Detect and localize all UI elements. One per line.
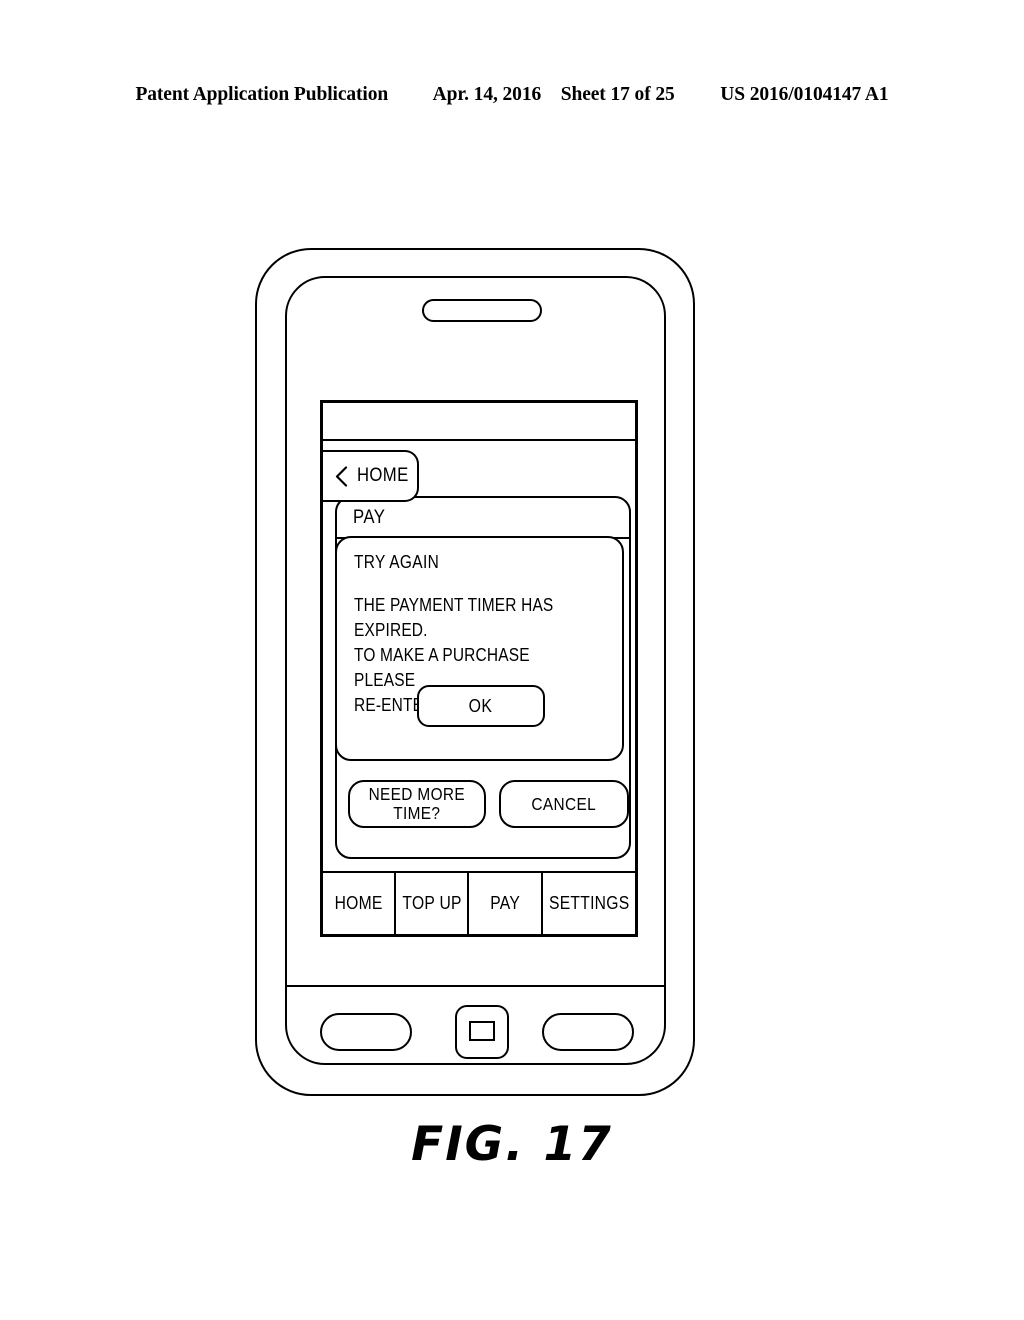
earpiece-speaker-icon — [422, 299, 542, 322]
ok-button[interactable]: OK — [416, 685, 545, 727]
pay-panel-title: PAY — [353, 506, 386, 528]
tab-top-up-label: TOP UP — [402, 893, 462, 913]
cancel-button-label: CANCEL — [531, 793, 597, 814]
tab-home[interactable]: HOME — [323, 873, 397, 934]
pay-action-row: NEED MORE TIME? CANCEL — [337, 780, 629, 850]
figure-caption: FIG. 17 — [411, 1117, 613, 1172]
chevron-left-icon — [335, 465, 348, 487]
back-home-label: HOME — [357, 465, 409, 486]
back-home-button[interactable]: HOME — [323, 450, 419, 502]
phone-screen: HOME PAY TRY AGAIN THE PAYMENT TIMER HAS… — [320, 400, 638, 937]
menu-key-button[interactable] — [320, 1013, 412, 1051]
pay-panel-title-bar: PAY — [337, 498, 629, 539]
alert-dialog: TRY AGAIN THE PAYMENT TIMER HAS EXPIRED.… — [334, 536, 624, 761]
page-header: Patent Application Publication Apr. 14, … — [0, 84, 1024, 106]
phone-illustration: HOME PAY TRY AGAIN THE PAYMENT TIMER HAS… — [250, 243, 705, 1103]
home-key-button[interactable] — [455, 1005, 509, 1059]
tab-top-up[interactable]: TOP UP — [396, 873, 470, 934]
tab-pay[interactable]: PAY — [469, 873, 543, 934]
back-key-button[interactable] — [542, 1013, 634, 1051]
bottom-tab-bar: HOME TOP UP PAY SETTINGS — [323, 871, 635, 934]
ok-button-label: OK — [468, 695, 493, 716]
tab-settings-label: SETTINGS — [548, 893, 629, 913]
cancel-button[interactable]: CANCEL — [499, 780, 629, 828]
alert-heading: TRY AGAIN — [353, 552, 439, 572]
need-more-time-label: NEED MORE TIME? — [368, 784, 466, 823]
publication-label: Patent Application Publication — [135, 84, 389, 105]
tab-pay-label: PAY — [490, 893, 520, 913]
pay-panel: PAY TRY AGAIN THE PAYMENT TIMER HAS EXPI… — [334, 496, 631, 859]
tab-settings[interactable]: SETTINGS — [543, 873, 635, 934]
patent-number: US 2016/0104147 A1 — [720, 84, 889, 105]
hardware-divider — [286, 985, 665, 987]
status-bar — [323, 403, 635, 441]
need-more-time-button[interactable]: NEED MORE TIME? — [348, 780, 486, 828]
home-key-glyph-icon — [469, 1021, 495, 1041]
publication-date: Apr. 14, 2016 — [432, 84, 542, 105]
tab-home-label: HOME — [334, 893, 383, 913]
sheet-number: Sheet 17 of 25 — [560, 84, 675, 105]
